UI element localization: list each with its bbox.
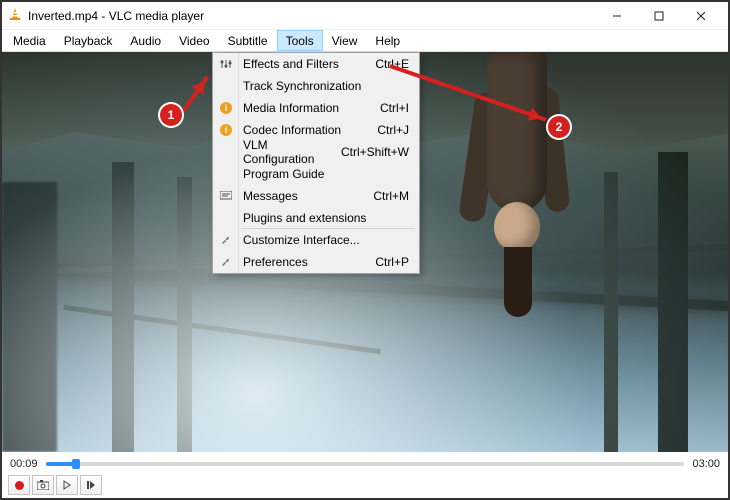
menu-item-label: Customize Interface... [243, 233, 419, 247]
menu-item-media-info[interactable]: i Media Information Ctrl+I [213, 97, 419, 119]
annotation-callout-1: 1 [160, 104, 182, 126]
menu-item-label: Program Guide [243, 167, 419, 181]
window-title: Inverted.mp4 - VLC media player [28, 9, 596, 23]
info-icon: i [218, 122, 234, 138]
menu-subtitle[interactable]: Subtitle [219, 30, 277, 51]
sliders-icon [218, 56, 234, 72]
time-total[interactable]: 03:00 [692, 458, 720, 470]
menu-audio[interactable]: Audio [121, 30, 170, 51]
menu-item-preferences[interactable]: Preferences Ctrl+P [213, 251, 419, 273]
menu-item-customize-interface[interactable]: Customize Interface... [213, 229, 419, 251]
menu-item-shortcut: Ctrl+I [380, 101, 419, 115]
menu-item-label: Plugins and extensions [243, 211, 419, 225]
menu-item-vlm-config[interactable]: VLM Configuration Ctrl+Shift+W [213, 141, 419, 163]
maximize-button[interactable] [638, 2, 680, 30]
tools-dropdown: Effects and Filters Ctrl+E Track Synchro… [212, 52, 420, 274]
seek-row: 00:09 03:00 [2, 452, 728, 472]
wrench-icon [218, 254, 234, 270]
marker-a-icon [62, 480, 72, 490]
menu-item-plugins[interactable]: Plugins and extensions [213, 207, 419, 229]
annotation-callout-2: 2 [548, 116, 570, 138]
close-button[interactable] [680, 2, 722, 30]
menu-item-program-guide[interactable]: Program Guide [213, 163, 419, 185]
menu-item-shortcut: Ctrl+J [377, 123, 419, 137]
camera-icon [37, 480, 49, 490]
menu-item-label: Messages [243, 189, 373, 203]
menu-playback[interactable]: Playback [55, 30, 122, 51]
menu-video[interactable]: Video [170, 30, 218, 51]
info-icon: i [218, 100, 234, 116]
minimize-button[interactable] [596, 2, 638, 30]
menu-item-label: Effects and Filters [243, 57, 375, 71]
time-elapsed[interactable]: 00:09 [10, 458, 38, 470]
vlc-cone-icon [8, 7, 22, 24]
menu-tools[interactable]: Tools [277, 30, 323, 51]
menu-item-label: Track Synchronization [243, 79, 419, 93]
loop-a-button[interactable] [56, 475, 78, 495]
wrench-icon [218, 232, 234, 248]
menu-item-label: Media Information [243, 101, 380, 115]
seek-slider[interactable] [46, 459, 685, 469]
menu-item-label: Codec Information [243, 123, 377, 137]
menu-help[interactable]: Help [366, 30, 409, 51]
menu-item-shortcut: Ctrl+M [373, 189, 419, 203]
messages-icon [218, 188, 234, 204]
snapshot-button[interactable] [32, 475, 54, 495]
titlebar: Inverted.mp4 - VLC media player [2, 2, 728, 30]
menu-view[interactable]: View [323, 30, 367, 51]
menu-media[interactable]: Media [4, 30, 55, 51]
record-icon [15, 481, 24, 490]
controls-bar [2, 472, 728, 498]
menu-item-messages[interactable]: Messages Ctrl+M [213, 185, 419, 207]
menu-item-label: Preferences [243, 255, 375, 269]
menu-item-effects-filters[interactable]: Effects and Filters Ctrl+E [213, 53, 419, 75]
menu-item-track-sync[interactable]: Track Synchronization [213, 75, 419, 97]
menu-item-shortcut: Ctrl+P [375, 255, 419, 269]
menu-item-shortcut: Ctrl+Shift+W [341, 145, 419, 159]
menubar: Media Playback Audio Video Subtitle Tool… [2, 30, 728, 52]
record-button[interactable] [8, 475, 30, 495]
menu-item-label: VLM Configuration [243, 138, 341, 166]
step-icon [86, 480, 96, 490]
frame-step-button[interactable] [80, 475, 102, 495]
